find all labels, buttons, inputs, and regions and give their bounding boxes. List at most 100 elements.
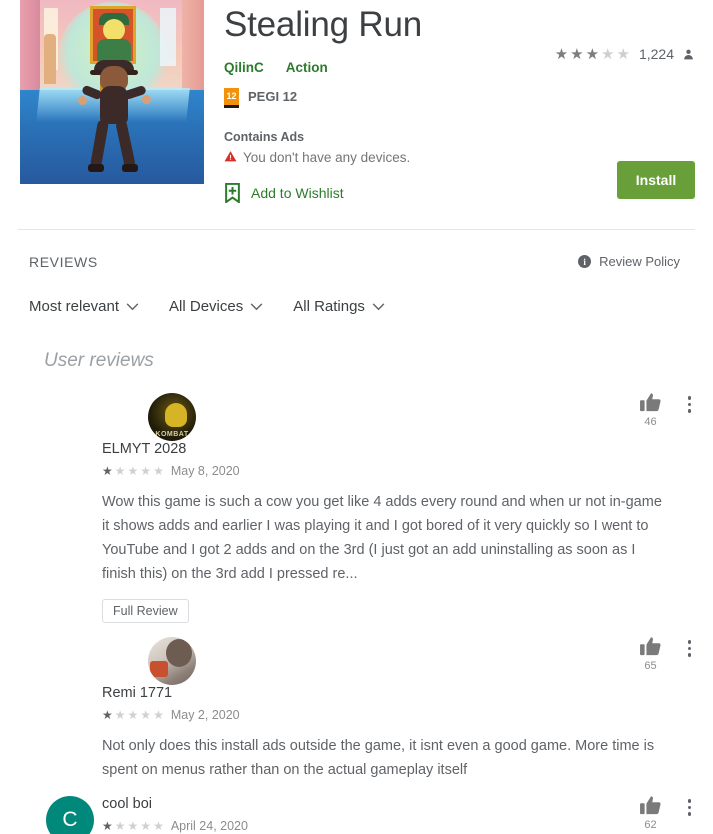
helpful-count: 62 (644, 819, 657, 831)
star-3: ★ (127, 819, 139, 833)
star-3: ★ (585, 45, 600, 63)
review-policy-label: Review Policy (599, 254, 680, 269)
thumbs-up-icon (639, 393, 661, 412)
screenshot-pillar-right (182, 0, 204, 100)
star-1: ★ (102, 708, 113, 722)
star-3: ★ (127, 708, 139, 722)
thief-hand-right (142, 95, 151, 104)
helpful-button[interactable]: 65 (639, 636, 662, 672)
review-date: April 24, 2020 (170, 819, 248, 833)
star-2: ★ (114, 708, 126, 722)
avatar: C (46, 796, 94, 834)
pegi-rating-icon: 12 (224, 87, 239, 108)
star-5: ★ (153, 464, 164, 478)
rating-stars: ★ ★ ★ ★ ★ (555, 47, 630, 62)
review-meta: ★ ★ ★ ★ ★ May 8, 2020 (102, 464, 695, 478)
helpful-count: 65 (644, 660, 657, 672)
device-warning-text: You don't have any devices. (243, 149, 411, 165)
thief-hand-left (78, 96, 87, 105)
content-rating-row: 12 PEGI 12 (224, 87, 695, 108)
review-meta: ★ ★ ★ ★ ★ April 24, 2020 (102, 819, 695, 833)
warning-triangle-icon (224, 150, 237, 165)
review-list: ELMYT 2028 ★ ★ ★ ★ ★ May 8, 2020 Wow thi… (0, 388, 713, 834)
more-options-icon[interactable] (687, 795, 691, 816)
screenshot-statue (44, 34, 56, 84)
reviews-header-bar: REVIEWS i Review Policy (29, 254, 695, 276)
developer-link[interactable]: QilinC (224, 60, 264, 75)
reviews-heading: REVIEWS (29, 254, 98, 270)
thief-foot-right (122, 164, 138, 172)
review-date: May 8, 2020 (170, 464, 240, 478)
star-5: ★ (153, 819, 164, 833)
review-body: Wow this game is such a cow you get like… (102, 494, 662, 582)
star-4: ★ (601, 45, 615, 63)
star-2: ★ (114, 819, 126, 833)
review-actions: 46 (639, 392, 691, 428)
person-icon (682, 48, 695, 61)
wishlist-label: Add to Wishlist (251, 184, 344, 201)
star-2: ★ (114, 464, 126, 478)
chevron-down-icon (250, 302, 263, 311)
star-1: ★ (102, 819, 113, 833)
app-header: Stealing Run QilinC Action ★ ★ ★ ★ ★ 1,2… (0, 0, 713, 215)
review-actions: 62 (639, 795, 691, 831)
more-options-icon[interactable] (687, 392, 691, 413)
review-rating-stars: ★ ★ ★ ★ ★ (102, 709, 164, 721)
review-rating-stars: ★ ★ ★ ★ ★ (102, 820, 164, 832)
filter-ratings[interactable]: All Ratings (293, 298, 385, 315)
filter-sort-order[interactable]: Most relevant (29, 298, 139, 315)
screenshot-painting (90, 6, 136, 64)
page-title: Stealing Run (224, 5, 423, 44)
painting-body (97, 39, 131, 61)
thumbs-up-icon (639, 796, 661, 815)
review-author: ELMYT 2028 (102, 441, 187, 457)
category-link[interactable]: Action (286, 60, 328, 75)
bookmark-plus-icon (224, 182, 241, 203)
rating-summary[interactable]: ★ ★ ★ ★ ★ 1,224 (555, 46, 695, 62)
review-body: Not only does this install ads outside t… (102, 738, 655, 778)
chevron-down-icon (126, 302, 139, 311)
filter-sort-order-label: Most relevant (29, 298, 120, 315)
info-icon: i (578, 255, 592, 268)
star-5: ★ (153, 708, 164, 722)
star-3: ★ (127, 464, 139, 478)
helpful-count: 46 (644, 416, 657, 428)
header-divider (18, 229, 695, 230)
star-4: ★ (140, 819, 152, 833)
helpful-button[interactable]: 62 (639, 795, 662, 831)
star-1: ★ (102, 464, 113, 478)
screenshot-pillar-left (20, 0, 40, 100)
avatar (148, 393, 196, 441)
app-screenshot-thumbnail[interactable] (20, 0, 204, 184)
full-review-button[interactable]: Full Review (102, 599, 189, 623)
helpful-button[interactable]: 46 (639, 392, 662, 428)
review-policy-link[interactable]: i Review Policy (578, 254, 680, 269)
star-4: ★ (140, 464, 152, 478)
review-author: Remi 1771 (102, 685, 173, 701)
contains-ads-label: Contains Ads (224, 129, 305, 144)
content-rating-label: PEGI 12 (248, 88, 298, 104)
star-1: ★ (554, 45, 569, 63)
review-date: May 2, 2020 (170, 708, 240, 722)
review-meta: ★ ★ ★ ★ ★ May 2, 2020 (102, 708, 695, 722)
review-actions: 65 (639, 636, 691, 672)
star-4: ★ (140, 708, 152, 722)
filter-ratings-label: All Ratings (293, 298, 365, 315)
review-item: Remi 1771 ★ ★ ★ ★ ★ May 2, 2020 Not only… (0, 632, 713, 782)
avatar (148, 637, 196, 685)
thief-foot-left (88, 164, 104, 172)
thumbs-up-icon (639, 637, 661, 656)
install-button[interactable]: Install (617, 161, 695, 199)
review-item: C cool boi ★ ★ ★ ★ ★ April 24, 2020 its … (0, 791, 713, 834)
filter-devices-label: All Devices (169, 298, 244, 315)
star-2: ★ (570, 45, 584, 63)
rating-count: 1,224 (638, 46, 674, 62)
chevron-down-icon (372, 302, 385, 311)
user-reviews-heading: User reviews (44, 350, 154, 371)
painting-face (103, 19, 125, 41)
more-options-icon[interactable] (687, 636, 691, 657)
review-filters: Most relevant All Devices All Ratings (29, 298, 713, 315)
review-rating-stars: ★ ★ ★ ★ ★ (102, 465, 164, 477)
screenshot-window-right (160, 8, 176, 66)
filter-devices[interactable]: All Devices (169, 298, 263, 315)
